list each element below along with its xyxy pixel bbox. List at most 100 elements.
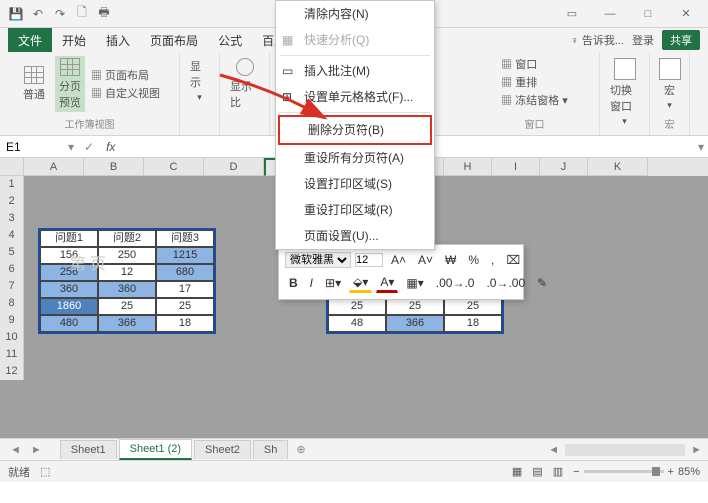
- row-header[interactable]: 4: [0, 227, 24, 244]
- menu-format-cells[interactable]: ⊞设置单元格格式(F)...: [276, 84, 434, 110]
- select-all-corner[interactable]: [0, 158, 24, 176]
- zoom-out-button[interactable]: −: [573, 466, 579, 478]
- switch-window-button[interactable]: 切换窗口▾: [606, 56, 643, 129]
- col-header[interactable]: J: [540, 158, 588, 176]
- save-icon[interactable]: 💾: [8, 6, 24, 22]
- zoom-level[interactable]: 85%: [678, 466, 700, 478]
- border-icon[interactable]: ⊞▾: [321, 274, 345, 292]
- decrease-font-icon[interactable]: A˅: [414, 251, 437, 269]
- tab-file[interactable]: 文件: [8, 28, 52, 52]
- col-header[interactable]: D: [204, 158, 264, 176]
- new-sheet-button[interactable]: ⊕: [290, 443, 311, 456]
- font-select[interactable]: 微软雅黑: [285, 252, 351, 268]
- italic-icon[interactable]: I: [306, 274, 317, 292]
- comma-icon[interactable]: ,: [487, 251, 498, 269]
- font-color-icon[interactable]: A▾: [376, 273, 398, 293]
- undo-icon[interactable]: ↶: [30, 6, 46, 22]
- view-pagebreak-icon[interactable]: ▥: [553, 465, 563, 478]
- row-header[interactable]: 9: [0, 312, 24, 329]
- hscroll-right-icon[interactable]: ►: [691, 444, 702, 456]
- increase-decimal-icon[interactable]: .0→.00: [482, 274, 529, 292]
- table-cell[interactable]: 25: [156, 298, 214, 315]
- normal-view-button[interactable]: 普通: [19, 64, 49, 104]
- view-normal-icon[interactable]: ▦: [512, 465, 522, 478]
- increase-font-icon[interactable]: A˄: [387, 251, 410, 269]
- table-cell[interactable]: 250: [98, 247, 156, 264]
- col-header[interactable]: B: [84, 158, 144, 176]
- view-pagelayout-icon[interactable]: ▤: [532, 465, 542, 478]
- row-header[interactable]: 12: [0, 363, 24, 380]
- sheet-nav-prev[interactable]: ◄: [6, 444, 25, 456]
- redo-icon[interactable]: ↷: [52, 6, 68, 22]
- menu-clear-contents[interactable]: 清除内容(N): [276, 1, 434, 27]
- table-cell[interactable]: 18: [444, 315, 502, 332]
- ribbon-min-icon[interactable]: ▭: [554, 2, 590, 26]
- tell-me[interactable]: ♀ 告诉我...: [571, 32, 624, 48]
- sheet-tab[interactable]: Sh: [253, 440, 288, 459]
- minimize-icon[interactable]: —: [592, 2, 628, 26]
- table-cell[interactable]: 17: [156, 281, 214, 298]
- tab-start[interactable]: 开始: [52, 28, 96, 52]
- pagelayout-view-button[interactable]: ▦ 页面布局: [91, 67, 160, 83]
- tab-formula[interactable]: 公式: [208, 28, 252, 52]
- fontsize-input[interactable]: [355, 253, 383, 267]
- row-header[interactable]: 2: [0, 193, 24, 210]
- menu-reset-page-breaks[interactable]: 重设所有分页符(A): [276, 145, 434, 171]
- show-button[interactable]: 显示▾: [186, 56, 213, 105]
- record-macro-icon[interactable]: ⬚: [40, 465, 50, 478]
- row-header[interactable]: 10: [0, 329, 24, 346]
- table-cell[interactable]: 12: [98, 264, 156, 281]
- login-button[interactable]: 登录: [632, 32, 654, 48]
- table-cell[interactable]: 366: [386, 315, 444, 332]
- table-cell[interactable]: 366: [98, 315, 156, 332]
- table-cell[interactable]: 156: [40, 247, 98, 264]
- row-header[interactable]: 3: [0, 210, 24, 227]
- table-cell[interactable]: 25: [444, 298, 502, 315]
- merge-icon[interactable]: ▦▾: [402, 274, 427, 292]
- name-box[interactable]: [4, 138, 64, 156]
- row-header[interactable]: 1: [0, 176, 24, 193]
- sheet-nav-next[interactable]: ►: [27, 444, 46, 456]
- row-header[interactable]: 8: [0, 295, 24, 312]
- table-cell[interactable]: 25: [98, 298, 156, 315]
- row-header[interactable]: 11: [0, 346, 24, 363]
- col-header[interactable]: H: [444, 158, 492, 176]
- col-header[interactable]: C: [144, 158, 204, 176]
- row-header[interactable]: 5: [0, 244, 24, 261]
- table-cell[interactable]: 480: [40, 315, 98, 332]
- arrange-button[interactable]: ▦ 重排: [501, 74, 537, 90]
- table-cell[interactable]: 256: [40, 264, 98, 281]
- table-cell[interactable]: 25: [386, 298, 444, 315]
- pagebreak-preview-button[interactable]: 分页 预览: [55, 56, 85, 112]
- table-cell[interactable]: 360: [98, 281, 156, 298]
- freeze-panes-button[interactable]: ▦ 冻结窗格 ▾: [501, 92, 568, 108]
- format-icon[interactable]: ✎: [533, 274, 551, 292]
- menu-set-print-area[interactable]: 设置打印区域(S): [276, 171, 434, 197]
- close-icon[interactable]: ✕: [668, 2, 704, 26]
- custom-view-button[interactable]: ▦ 自定义视图: [91, 85, 160, 101]
- table-cell[interactable]: 1215: [156, 247, 214, 264]
- zoom-slider[interactable]: [584, 470, 664, 473]
- fx-button[interactable]: fx: [100, 140, 121, 154]
- menu-reset-print-area[interactable]: 重设打印区域(R): [276, 197, 434, 223]
- tab-pagelayout[interactable]: 页面布局: [140, 28, 208, 52]
- bold-icon[interactable]: B: [285, 274, 302, 292]
- format-painter-icon[interactable]: ⌧: [502, 251, 524, 269]
- percent-icon[interactable]: %: [464, 251, 483, 269]
- sheet-tab-active[interactable]: Sheet1 (2): [119, 439, 192, 460]
- table-cell[interactable]: 48: [328, 315, 386, 332]
- tab-insert[interactable]: 插入: [96, 28, 140, 52]
- menu-page-setup[interactable]: 页面设置(U)...: [276, 223, 434, 249]
- table-cell[interactable]: 1860: [40, 298, 98, 315]
- row-header[interactable]: 7: [0, 278, 24, 295]
- fill-color-icon[interactable]: ⬙▾: [349, 273, 372, 293]
- col-header[interactable]: I: [492, 158, 540, 176]
- col-header[interactable]: A: [24, 158, 84, 176]
- table-cell[interactable]: 25: [328, 298, 386, 315]
- new-window-button[interactable]: ▦ 窗口: [501, 56, 537, 72]
- share-button[interactable]: 共享: [662, 30, 700, 50]
- maximize-icon[interactable]: □: [630, 2, 666, 26]
- col-header[interactable]: K: [588, 158, 648, 176]
- zoom-in-button[interactable]: +: [668, 466, 674, 478]
- sheet-tab[interactable]: Sheet2: [194, 440, 251, 459]
